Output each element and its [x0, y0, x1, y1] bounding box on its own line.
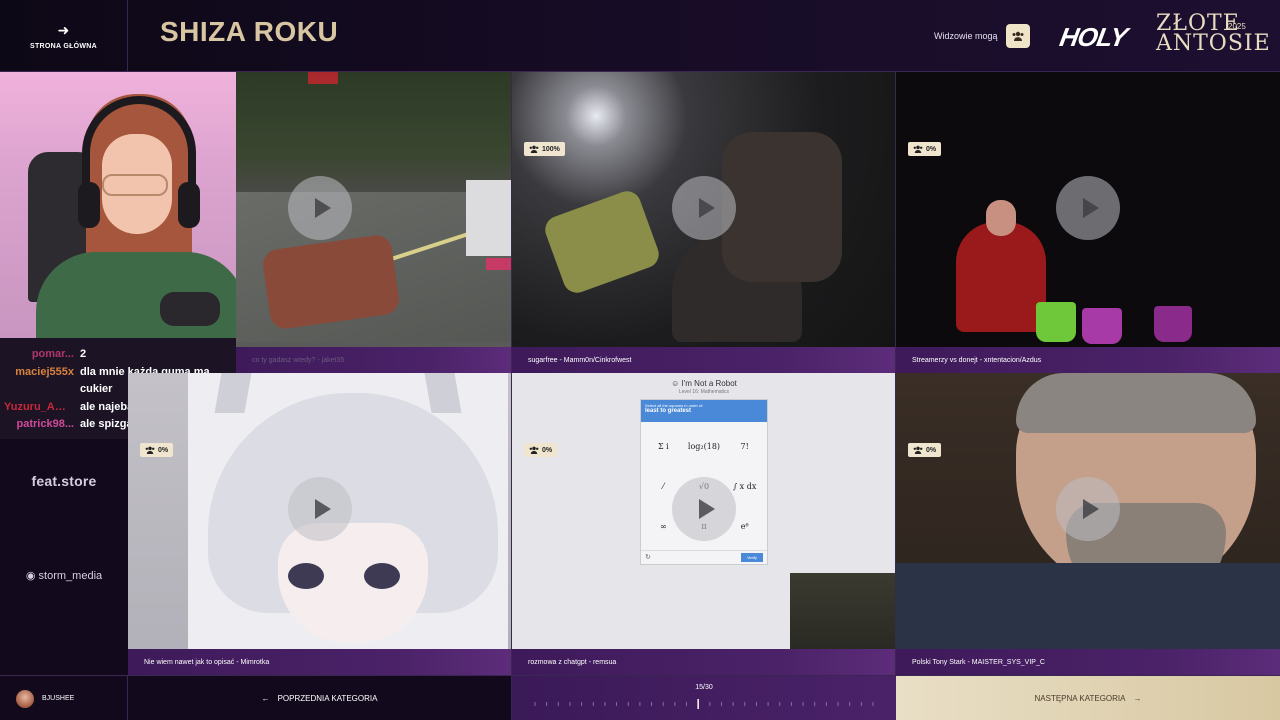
- storm-media-label: storm_media: [38, 570, 103, 582]
- video-tile[interactable]: 0% Nie wiem nawet jak to opisać - Mimrot…: [128, 373, 512, 675]
- viewers-button[interactable]: [1005, 24, 1030, 48]
- headphone-right: [178, 182, 200, 228]
- sponsor-storm-media: ◉ storm_media: [0, 569, 128, 582]
- captcha-footer: ↻ Verify: [641, 550, 767, 564]
- video-thumbnail: [236, 72, 511, 347]
- captcha-header: Select all the squares in order of: leas…: [641, 400, 767, 422]
- vote-percent-badge: 0%: [908, 443, 942, 457]
- logo-year: 2025: [1228, 22, 1246, 31]
- next-category-label: NASTĘPNA KATEGORIA: [1034, 694, 1126, 703]
- vote-percent-badge: 0%: [908, 142, 942, 156]
- sponsor-sidebar: feat.store ◉ storm_media: [0, 439, 128, 675]
- users-icon: [145, 446, 155, 454]
- app-root: ➜ STRONA GŁÓWNA SHIZA ROKU Widzowie mogą…: [0, 0, 1280, 720]
- play-button[interactable]: [1056, 477, 1120, 541]
- play-button[interactable]: [1056, 176, 1120, 240]
- play-button[interactable]: [672, 176, 736, 240]
- captcha-cell[interactable]: 7!: [724, 442, 765, 451]
- chat-user: maciej555x: [15, 365, 74, 378]
- captcha-subtitle: Level 16: Mathematics: [678, 389, 730, 395]
- captcha-cell[interactable]: ∫ x dx: [724, 482, 765, 491]
- video-tile[interactable]: ☺ I'm Not a Robot Level 16: Mathematics …: [512, 373, 896, 675]
- page-title: SHIZA ROKU: [160, 16, 339, 47]
- vote-percent: 0%: [542, 446, 553, 454]
- top-bar: ➜ STRONA GŁÓWNA SHIZA ROKU Widzowie mogą…: [0, 0, 1280, 72]
- video-caption: Polski Tony Stark - MAISTER_SYS_VIP_C: [896, 649, 1280, 675]
- vote-percent-badge: 100%: [524, 142, 565, 156]
- video-caption: rozmowa z chatgpt - remsua: [512, 649, 895, 675]
- video-tile[interactable]: co ty gadasz wtedy? - jaket35: [236, 72, 512, 373]
- users-icon: [529, 446, 539, 454]
- streamer-webcam: [0, 72, 236, 338]
- video-caption: sugarfree - Mamm0n/Cinkrofwest: [512, 347, 895, 373]
- chat-user: Yuzuru_Ama...: [4, 400, 80, 413]
- headphone-left: [78, 182, 100, 228]
- user-name: BJUSHEE: [42, 695, 75, 702]
- previous-category-button[interactable]: ← POPRZEDNIA KATEGORIA: [128, 676, 512, 720]
- back-home-button[interactable]: ➜ STRONA GŁÓWNA: [0, 0, 128, 72]
- event-logo: HOLY ZŁOTE ANTOSIE 2025: [1057, 13, 1269, 60]
- video-caption: co ty gadasz wtedy? - jaket35: [236, 347, 511, 373]
- logo-line2: ANTOSIE: [1156, 31, 1271, 56]
- play-button[interactable]: [672, 477, 736, 541]
- back-home-label: STRONA GŁÓWNA: [29, 42, 98, 50]
- captcha-cell[interactable]: log₂(18): [684, 442, 725, 451]
- progress-count: 15/30: [695, 684, 713, 691]
- vote-percent: 0%: [926, 446, 937, 454]
- vote-percent: 100%: [542, 145, 560, 153]
- avatar: [16, 689, 34, 708]
- user-chip[interactable]: BJUSHEE: [0, 676, 128, 720]
- microphone-icon: [160, 292, 220, 326]
- users-icon: [1012, 31, 1024, 41]
- chat-message: pomar... 2: [4, 346, 232, 364]
- play-button[interactable]: [288, 477, 352, 541]
- users-icon: [913, 145, 923, 153]
- chat-user: pomar...: [31, 348, 74, 360]
- bottom-bar: BJUSHEE ← POPRZEDNIA KATEGORIA 15/30 NAS…: [0, 675, 1280, 720]
- next-category-button[interactable]: NASTĘPNA KATEGORIA →: [896, 676, 1280, 720]
- arrow-right-icon: →: [1133, 694, 1142, 703]
- video-caption: Nie wiem nawet jak to opisać - Mimrotka: [128, 649, 511, 675]
- video-tile[interactable]: 0% Polski Tony Stark - MAISTER_SYS_VIP_C: [896, 373, 1280, 675]
- captcha-title: I'm Not a Robot: [681, 379, 737, 388]
- vote-percent: 0%: [158, 446, 169, 454]
- chat-user: patrick98...: [16, 418, 74, 430]
- captcha-instruction: least to greatest: [645, 408, 692, 414]
- category-progress: 15/30: [512, 676, 896, 720]
- chat-text: 2: [80, 348, 87, 360]
- arrow-left-icon: ➜: [57, 21, 70, 38]
- play-button[interactable]: [288, 176, 352, 240]
- viewers-label: Widzowie mogą: [934, 31, 998, 41]
- logo-zlote-antosie: ZŁOTE ANTOSIE: [1156, 13, 1271, 56]
- vote-percent-badge: 0%: [140, 443, 174, 457]
- vote-percent-badge: 0%: [524, 443, 558, 457]
- video-tile[interactable]: 0% Streamerzy vs donejt - xntentacion/Az…: [896, 72, 1280, 373]
- refresh-icon[interactable]: ↻: [645, 553, 651, 561]
- logo-holy: HOLY: [1057, 22, 1130, 52]
- robot-icon: ☺: [671, 379, 680, 388]
- viewers-permission: Widzowie mogą: [934, 24, 1030, 48]
- video-caption: Streamerzy vs donejt - xntentacion/Azdus: [896, 347, 1280, 373]
- video-tile[interactable]: 100% sugarfree - Mamm0n/Cinkrofwest: [512, 72, 896, 373]
- verify-button[interactable]: Verify: [740, 553, 763, 562]
- previous-category-label: POPRZEDNIA KATEGORIA: [277, 694, 378, 703]
- webcam-inset: [790, 573, 895, 649]
- arrow-left-icon: ←: [261, 694, 270, 703]
- storm-media-icon: ◉: [25, 570, 36, 582]
- vote-percent: 0%: [926, 145, 937, 153]
- users-icon: [529, 145, 539, 153]
- users-icon: [913, 446, 923, 454]
- captcha-cell[interactable]: Σ i: [643, 442, 684, 451]
- progress-ticks: [534, 699, 874, 709]
- sponsor-feat-store: feat.store: [31, 473, 97, 489]
